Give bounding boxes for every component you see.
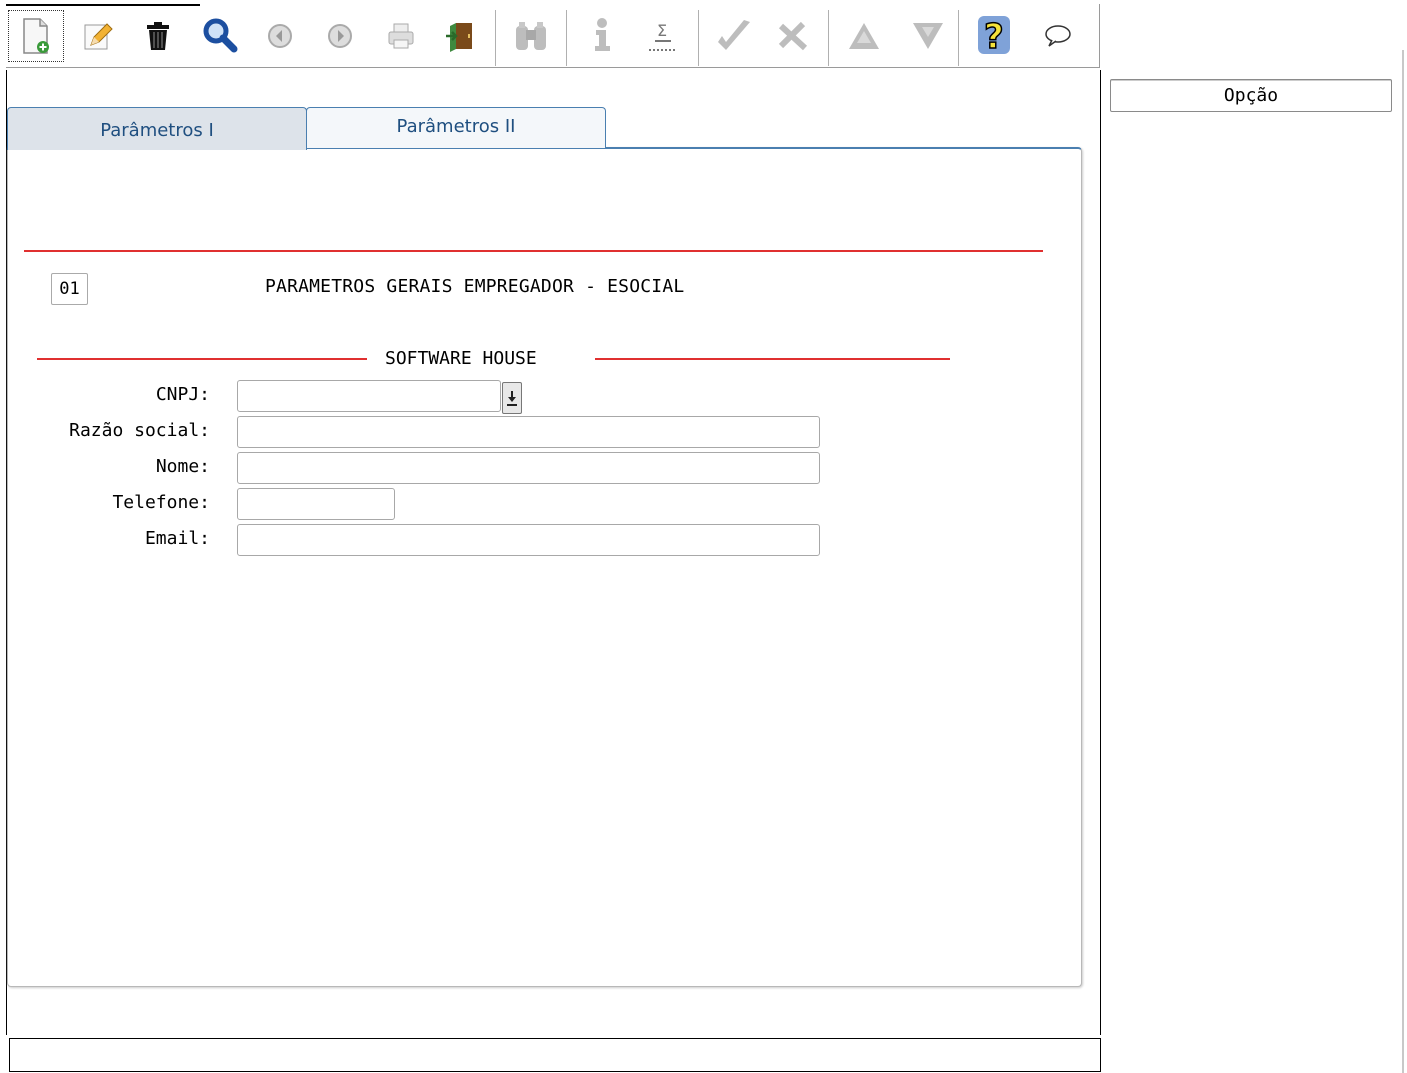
toolbar-separator bbox=[566, 10, 567, 66]
comment-button[interactable] bbox=[1036, 14, 1080, 58]
toolbar-separator bbox=[495, 10, 496, 66]
triangle-down-icon bbox=[913, 23, 943, 49]
new-document-icon bbox=[23, 18, 49, 54]
header-divider bbox=[24, 250, 1043, 252]
next-button[interactable] bbox=[318, 14, 362, 58]
svg-text:Σ: Σ bbox=[657, 21, 667, 40]
section-title: SOFTWARE HOUSE bbox=[385, 348, 537, 369]
arrow-right-circle-icon bbox=[328, 24, 352, 48]
magnifier-icon bbox=[203, 18, 238, 53]
telefone-field[interactable] bbox=[237, 488, 395, 520]
section-divider-right bbox=[595, 358, 950, 360]
tab-parametros-i[interactable]: Parâmetros I bbox=[7, 107, 307, 150]
delete-button[interactable] bbox=[136, 14, 180, 58]
toolbar: Σ ? bbox=[6, 4, 1100, 68]
binoculars-button[interactable] bbox=[509, 14, 553, 58]
check-icon bbox=[718, 20, 750, 50]
telefone-label: Telefone: bbox=[112, 492, 210, 513]
pencil-icon bbox=[84, 23, 113, 50]
printer-icon bbox=[388, 23, 414, 49]
right-scroll-edge bbox=[1402, 50, 1404, 1073]
trash-icon bbox=[147, 22, 169, 50]
tab-label: Parâmetros II bbox=[396, 115, 516, 137]
info-button[interactable] bbox=[580, 14, 624, 58]
toolbar-separator bbox=[958, 10, 959, 66]
exit-button[interactable] bbox=[439, 14, 483, 58]
down-button[interactable] bbox=[906, 14, 950, 58]
binoculars-icon bbox=[516, 22, 546, 50]
toolbar-top-line bbox=[6, 4, 200, 6]
help-question-icon: ? bbox=[978, 16, 1010, 58]
toolbar-separator bbox=[828, 10, 829, 66]
search-button[interactable] bbox=[198, 14, 242, 58]
option-button[interactable]: Opção bbox=[1110, 79, 1392, 112]
razao-social-field[interactable] bbox=[237, 416, 820, 448]
page-title: PARAMETROS GERAIS EMPREGADOR - ESOCIAL bbox=[265, 276, 685, 297]
cnpj-label: CNPJ: bbox=[155, 384, 210, 405]
status-bar bbox=[9, 1038, 1101, 1072]
edit-button[interactable] bbox=[76, 14, 120, 58]
cancel-x-icon bbox=[778, 21, 808, 51]
form-number-box: 01 bbox=[51, 273, 88, 305]
triangle-up-icon bbox=[849, 23, 879, 49]
confirm-button[interactable] bbox=[712, 14, 756, 58]
nome-label: Nome: bbox=[155, 456, 210, 477]
tab-parametros-ii[interactable]: Parâmetros II bbox=[306, 107, 606, 148]
main-right-border bbox=[1100, 70, 1101, 1035]
email-field[interactable] bbox=[237, 524, 820, 556]
toolbar-separator bbox=[698, 10, 699, 66]
previous-button[interactable] bbox=[258, 14, 302, 58]
arrow-left-circle-icon bbox=[268, 24, 292, 48]
up-button[interactable] bbox=[842, 14, 886, 58]
speech-bubble-icon bbox=[1045, 25, 1071, 47]
razao-social-label: Razão social: bbox=[69, 420, 210, 441]
cnpj-field[interactable] bbox=[237, 380, 501, 412]
print-button[interactable] bbox=[379, 14, 423, 58]
tab-panel bbox=[7, 147, 1082, 987]
svg-text:?: ? bbox=[984, 17, 1004, 57]
email-label: Email: bbox=[144, 528, 210, 549]
sum-button[interactable]: Σ bbox=[640, 14, 684, 58]
new-button[interactable] bbox=[8, 10, 64, 62]
nome-field[interactable] bbox=[237, 452, 820, 484]
exit-door-icon bbox=[446, 23, 472, 52]
help-button[interactable]: ? bbox=[972, 14, 1016, 58]
arrow-down-icon bbox=[507, 391, 517, 406]
cnpj-lookup-button[interactable] bbox=[502, 382, 522, 414]
info-icon bbox=[595, 18, 610, 51]
tab-label: Parâmetros I bbox=[100, 119, 214, 141]
sigma-icon: Σ bbox=[649, 21, 677, 51]
cancel-button[interactable] bbox=[772, 14, 816, 58]
section-divider-left bbox=[37, 358, 367, 360]
